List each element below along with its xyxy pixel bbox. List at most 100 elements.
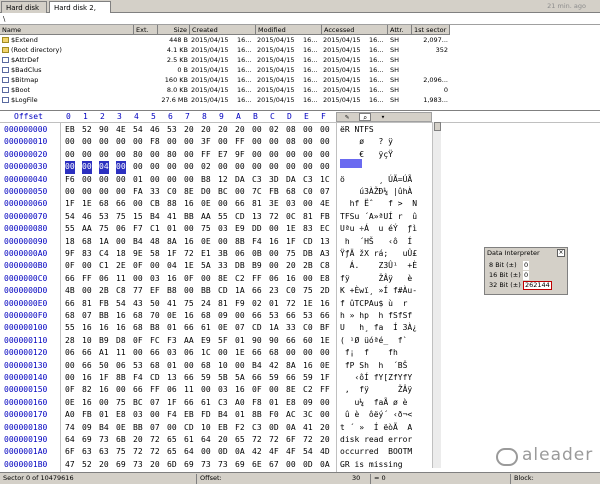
hex-byte[interactable]: 2B <box>303 260 313 272</box>
hex-byte[interactable]: 20 <box>99 459 109 471</box>
hex-byte[interactable]: 68 <box>201 310 211 322</box>
hex-byte[interactable]: 00 <box>235 186 245 198</box>
hex-byte[interactable]: 61 <box>184 434 194 446</box>
hex-byte[interactable]: 8B <box>252 409 262 421</box>
hex-byte[interactable]: 08 <box>286 124 296 136</box>
hex-byte[interactable]: 1A <box>269 322 279 334</box>
hex-byte[interactable]: 55 <box>218 211 228 223</box>
hex-text[interactable]: ( ¹Ø üóªé_ f` <box>340 335 407 347</box>
hex-byte[interactable]: 00 <box>235 310 245 322</box>
hex-byte[interactable]: 6E <box>252 459 262 471</box>
hex-byte[interactable]: F4 <box>133 372 143 384</box>
hex-byte[interactable]: 00 <box>320 149 330 161</box>
hex-byte[interactable]: 58 <box>150 248 160 260</box>
hex-byte[interactable]: 00 <box>269 136 279 148</box>
tab-hard-disk-2-p1[interactable]: Hard disk 2, P1 <box>49 1 111 24</box>
hex-byte[interactable]: 72 <box>269 211 279 223</box>
hex-byte[interactable]: E8 <box>320 273 330 285</box>
hex-byte[interactable]: 90 <box>252 335 262 347</box>
hex-byte[interactable]: 10 <box>218 360 228 372</box>
hex-byte[interactable]: 00 <box>303 161 313 173</box>
hex-byte[interactable]: 81 <box>218 298 228 310</box>
hex-byte[interactable]: 00 <box>303 273 313 285</box>
hex-byte[interactable]: 00 <box>99 174 109 186</box>
hex-byte[interactable]: 00 <box>235 161 245 173</box>
hex-byte[interactable]: 0A <box>235 446 245 458</box>
hex-byte[interactable]: 00 <box>184 285 194 297</box>
hex-byte[interactable]: 65 <box>167 446 177 458</box>
hex-byte[interactable]: 01 <box>235 409 245 421</box>
hex-byte[interactable]: 00 <box>320 347 330 359</box>
hex-byte[interactable]: 00 <box>252 124 262 136</box>
hex-byte[interactable]: 16 <box>303 360 313 372</box>
hex-byte[interactable]: C2 <box>303 384 313 396</box>
hex-byte[interactable]: 6F <box>65 446 75 458</box>
hex-byte[interactable]: 20 <box>201 124 211 136</box>
hex-byte[interactable]: 8A <box>286 360 296 372</box>
options-icon[interactable]: ▾ <box>377 113 389 121</box>
hex-byte[interactable]: 11 <box>184 384 194 396</box>
hex-byte[interactable]: 23 <box>269 285 279 297</box>
hex-byte[interactable]: F9 <box>235 298 245 310</box>
hex-byte[interactable]: 13 <box>252 211 262 223</box>
hex-byte[interactable]: C1 <box>99 260 109 272</box>
hex-byte[interactable]: 0E <box>167 310 177 322</box>
hex-byte[interactable]: 00 <box>320 409 330 421</box>
hex-byte[interactable]: 83 <box>303 223 313 235</box>
hex-byte[interactable]: 0A <box>286 422 296 434</box>
hex-byte[interactable]: 81 <box>82 298 92 310</box>
hex-byte[interactable]: 0A <box>320 459 330 471</box>
hex-byte[interactable]: 00 <box>286 347 296 359</box>
hex-byte[interactable]: C0 <box>167 186 177 198</box>
hex-byte[interactable]: E8 <box>286 397 296 409</box>
hex-byte[interactable]: 18 <box>65 236 75 248</box>
hex-byte[interactable]: 00 <box>303 149 313 161</box>
hex-text[interactable]: ‹ôÍ fY[ZfYfY <box>340 372 412 384</box>
hex-byte[interactable]: 1A <box>99 236 109 248</box>
hex-byte[interactable]: CD <box>218 285 228 297</box>
hex-byte[interactable]: 66 <box>286 310 296 322</box>
hex-byte[interactable]: 41 <box>167 211 177 223</box>
hex-text[interactable]: U h¸ fa Í 3À¿ <box>340 322 417 334</box>
hex-byte[interactable]: 00 <box>218 161 228 173</box>
hex-byte[interactable]: EB <box>218 422 228 434</box>
hex-byte[interactable]: F8 <box>150 136 160 148</box>
hex-byte[interactable]: 33 <box>218 260 228 272</box>
hex-byte[interactable]: 13 <box>320 236 330 248</box>
hex-byte[interactable]: 66 <box>184 397 194 409</box>
hex-byte[interactable]: 00 <box>133 136 143 148</box>
hex-byte[interactable]: 65 <box>167 434 177 446</box>
hex-byte[interactable]: B8 <box>167 285 177 297</box>
col-sector-header[interactable]: 1st sector <box>412 25 450 35</box>
hex-text[interactable]: occurred BOOTM <box>340 446 412 458</box>
hex-byte[interactable]: 88 <box>167 198 177 210</box>
hex-byte[interactable]: 04 <box>167 260 177 272</box>
col-attr-header[interactable]: Attr. <box>388 25 412 35</box>
hex-byte[interactable]: FF <box>320 384 330 396</box>
hex-byte[interactable]: 1E <box>320 335 330 347</box>
hex-byte[interactable]: 75 <box>116 211 126 223</box>
hex-byte[interactable]: 00 <box>133 161 143 173</box>
hex-byte[interactable]: 04 <box>99 161 109 174</box>
hex-byte[interactable]: 8E <box>218 273 228 285</box>
hex-byte[interactable]: 3C <box>303 409 313 421</box>
hex-text[interactable]: GR is missing <box>340 459 403 471</box>
hex-byte[interactable]: 66 <box>286 372 296 384</box>
hex-byte[interactable]: 09 <box>303 397 313 409</box>
hex-byte[interactable]: 0E <box>218 322 228 334</box>
hex-byte[interactable]: 3D <box>269 174 279 186</box>
hex-byte[interactable]: 66 <box>286 335 296 347</box>
hex-byte[interactable]: 1F <box>65 198 75 210</box>
hex-byte[interactable]: 42 <box>269 360 279 372</box>
file-row[interactable]: $Bitmap 160 KB 2015/04/15 16... 2015/04/15 16… <box>0 76 600 85</box>
hex-byte[interactable]: AA <box>184 335 194 347</box>
hex-byte[interactable]: 1E <box>184 260 194 272</box>
hex-byte[interactable]: 06 <box>167 384 177 396</box>
hex-byte[interactable]: AC <box>286 409 296 421</box>
hex-byte[interactable]: 60 <box>303 335 313 347</box>
hex-byte[interactable]: 00 <box>82 260 92 272</box>
hex-byte[interactable]: E9 <box>201 335 211 347</box>
hex-byte[interactable]: B8 <box>201 174 211 186</box>
hex-byte[interactable]: 00 <box>269 260 279 272</box>
hex-byte[interactable]: 73 <box>99 434 109 446</box>
